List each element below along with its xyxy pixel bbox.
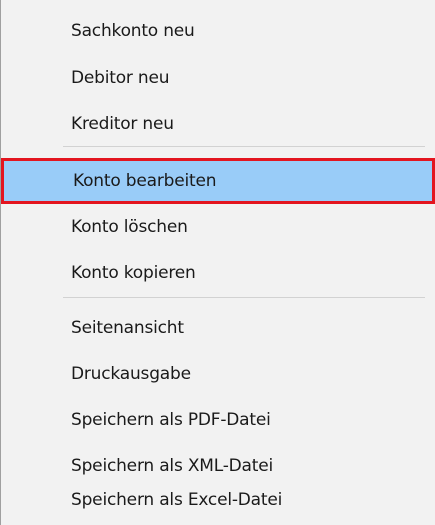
- menu-item-label: Konto kopieren: [71, 263, 196, 283]
- menu-separator: [63, 297, 425, 298]
- menu-item-sachkonto-neu[interactable]: Sachkonto neu: [1, 8, 435, 54]
- menu-separator: [63, 146, 425, 147]
- menu-item-druckausgabe[interactable]: Druckausgabe: [1, 351, 435, 397]
- menu-item-kreditor-neu[interactable]: Kreditor neu: [1, 101, 435, 147]
- menu-item-label: Druckausgabe: [71, 364, 191, 384]
- menu-item-label: Konto bearbeiten: [73, 171, 217, 191]
- menu-item-label: Speichern als Excel-Datei: [71, 490, 283, 510]
- menu-item-label: Sachkonto neu: [71, 21, 195, 41]
- menu-item-speichern-excel[interactable]: Speichern als Excel-Datei: [1, 477, 435, 523]
- menu-item-konto-kopieren[interactable]: Konto kopieren: [1, 250, 435, 296]
- menu-item-label: Speichern als PDF-Datei: [71, 410, 271, 430]
- menu-item-speichern-pdf[interactable]: Speichern als PDF-Datei: [1, 397, 435, 443]
- context-menu: Sachkonto neu Debitor neu Kreditor neu K…: [0, 0, 435, 525]
- menu-item-konto-bearbeiten[interactable]: Konto bearbeiten: [1, 158, 435, 204]
- menu-item-debitor-neu[interactable]: Debitor neu: [1, 55, 435, 101]
- menu-item-label: Kreditor neu: [71, 114, 174, 134]
- menu-item-label: Seitenansicht: [71, 318, 184, 338]
- menu-item-label: Speichern als XML-Datei: [71, 456, 273, 476]
- menu-item-label: Konto löschen: [71, 217, 188, 237]
- menu-item-konto-loeschen[interactable]: Konto löschen: [1, 204, 435, 250]
- menu-item-label: Debitor neu: [71, 68, 170, 88]
- menu-item-seitenansicht[interactable]: Seitenansicht: [1, 305, 435, 351]
